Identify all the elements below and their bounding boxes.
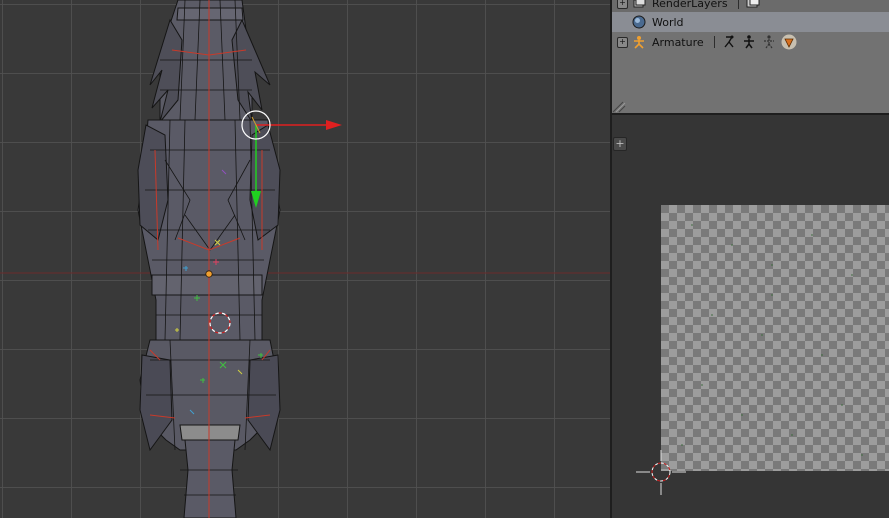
outliner-panel: + RenderLayers World + Armature [612,0,889,113]
bone-group-icon[interactable] [761,34,777,50]
bone-icon[interactable] [741,34,757,50]
expand-icon[interactable]: + [617,0,628,9]
outliner-item-label: Armature [652,35,704,49]
viewport-canvas[interactable] [0,0,610,518]
armature-icon [632,35,646,49]
render-layer-icon[interactable] [745,0,761,11]
outliner-item-label: World [652,15,684,29]
outliner-row-world[interactable]: World [612,12,889,32]
modifier-icon[interactable] [781,34,797,50]
3d-viewport[interactable] [0,0,610,518]
uv-overlay [636,224,863,495]
world-icon [632,15,646,29]
render-layers-icon [632,0,646,10]
x-axis-arrow[interactable] [326,120,342,130]
area-resize-corner-icon[interactable] [612,101,626,113]
mesh-object[interactable] [137,0,281,518]
outliner-row-armature[interactable]: + Armature [612,32,889,52]
outliner-item-label: RenderLayers [652,0,728,10]
separator [737,0,739,9]
pose-icon[interactable] [721,34,737,50]
object-origin [205,270,213,278]
2d-cursor-icon[interactable] [636,450,686,495]
separator [713,36,715,48]
expand-icon[interactable]: + [617,36,628,48]
uv-vertices [681,224,863,456]
